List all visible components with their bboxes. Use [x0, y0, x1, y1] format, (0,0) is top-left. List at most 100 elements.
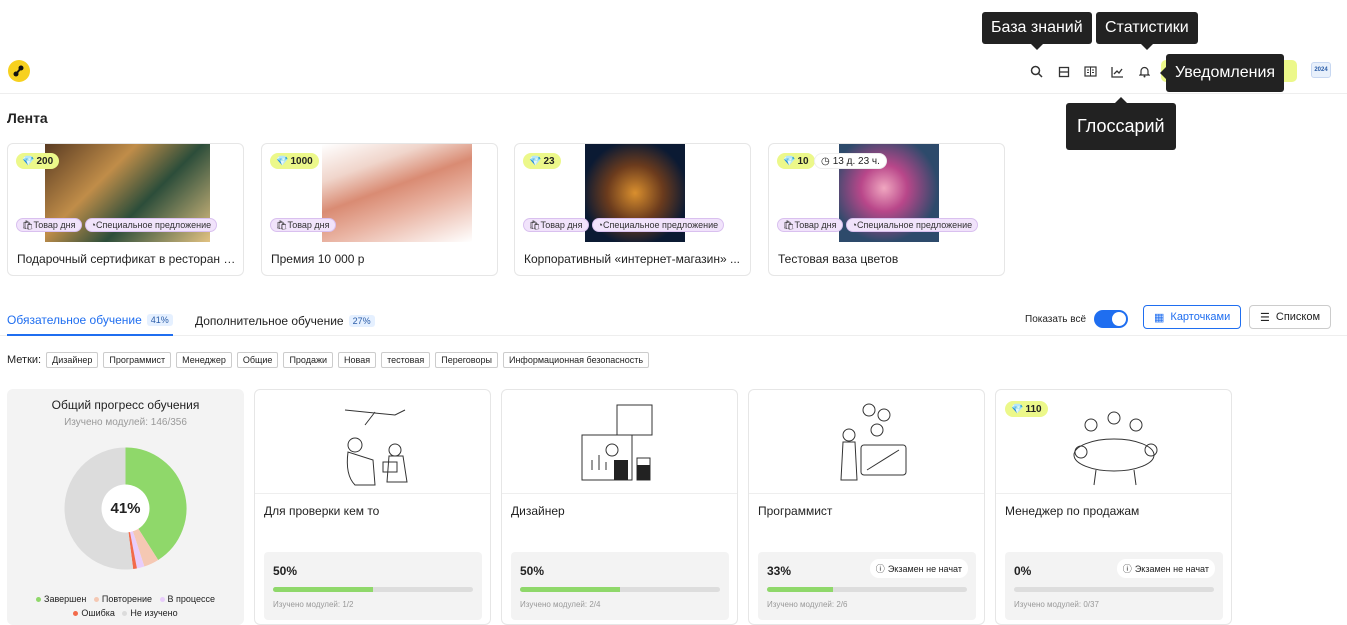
label-chip[interactable]: Дизайнер	[46, 352, 99, 368]
product-title: Премия 10 000 р	[271, 252, 365, 266]
product-title: Корпоративный «интернет-магазин» ...	[524, 252, 740, 266]
course-percent: 50%	[520, 564, 545, 578]
label-chip[interactable]: Менеджер	[176, 352, 232, 368]
course-modules: Изучено модулей: 2/6	[767, 600, 848, 609]
legend-label: В процессе	[167, 594, 215, 604]
glossary-icon[interactable]	[1082, 63, 1099, 80]
glossary-tooltip: Глоссарий	[1066, 97, 1176, 150]
statistics-tooltip: Статистики	[1096, 12, 1198, 50]
course-modules: Изучено модулей: 2/4	[520, 600, 601, 609]
course-progress-box: 50% Изучено модулей: 2/4	[511, 552, 729, 620]
legend-label: Не изучено	[130, 608, 178, 618]
list-label: Списком	[1275, 311, 1321, 323]
course-progress-bar	[1014, 587, 1214, 592]
product-image	[322, 144, 472, 242]
exam-status: ⓘ Экзамен не начат	[869, 559, 968, 578]
bell-icon[interactable]	[1136, 63, 1153, 80]
statistics-icon[interactable]	[1109, 63, 1126, 80]
legend-label: Повторение	[101, 594, 152, 604]
label-chip[interactable]: Переговоры	[435, 352, 498, 368]
tab-required[interactable]: Обязательное обучение 41%	[7, 306, 173, 336]
tag: 🛍 Товар дня	[270, 218, 336, 232]
tab-label: Обязательное обучение	[7, 313, 142, 327]
course-progress-fill	[520, 587, 620, 592]
knowledge-base-icon[interactable]	[1055, 63, 1072, 80]
course-progress-fill	[273, 587, 373, 592]
tag-label: Товар дня	[287, 220, 330, 230]
labels-title: Метки:	[7, 354, 42, 366]
course-percent: 50%	[273, 564, 298, 578]
course-illustration	[749, 390, 984, 494]
tag-label: Специальное предложение	[95, 220, 212, 230]
course-progress-box: 0% ⓘ Экзамен не начат Изучено модулей: 0/…	[1005, 552, 1223, 620]
tab-label: Дополнительное обучение	[195, 314, 344, 328]
tag: ◔ Специальное предложение	[591, 218, 725, 232]
product-title: Тестовая ваза цветов	[778, 252, 899, 266]
product-card[interactable]: 💎 200 🛍 Товар дня ◔ Специальное предложен…	[7, 143, 244, 276]
legend-item: Ошибка	[73, 608, 115, 618]
progress-legend: Завершен Повторение В процессе Ошибка Не…	[7, 592, 244, 620]
legend-item: Повторение	[93, 594, 152, 604]
tag-label: Специальное предложение	[856, 220, 973, 230]
course-percent: 0%	[1014, 564, 1032, 578]
course-progress-bar	[520, 587, 720, 592]
cost-value: 23	[543, 155, 555, 167]
tab-percent: 27%	[348, 315, 375, 327]
cost-value: 200	[36, 155, 54, 167]
legend-item: Не изучено	[122, 608, 178, 618]
exam-label: Экзамен не начат	[887, 563, 962, 574]
product-card[interactable]: 💎 10 ◷ 13 д. 23 ч. 🛍 Товар дня ◔ Специальн…	[768, 143, 1005, 276]
label-chip[interactable]: Программист	[103, 352, 172, 368]
show-all-label: Показать всё	[1025, 313, 1087, 325]
course-card[interactable]: Для проверки кем то 50% Изучено модулей:…	[254, 389, 491, 625]
course-name: Дизайнер	[511, 504, 565, 518]
gem-icon: 💎	[529, 155, 542, 167]
avatar[interactable]: 2024	[1311, 62, 1331, 78]
tag: 🛍 Товар дня	[523, 218, 589, 232]
course-card[interactable]: Программист 33% ⓘ Экзамен не начат Изучен…	[748, 389, 985, 625]
label-chip[interactable]: Информационная безопасность	[502, 352, 650, 368]
course-card[interactable]: 💎 110 Менеджер по продажам 0% ⓘ Экзамен не…	[995, 389, 1232, 625]
gem-icon: 💎	[22, 155, 35, 167]
clock-icon: ◷	[821, 155, 830, 167]
cards-label: Карточками	[1170, 311, 1231, 323]
grid-icon: ▦	[1154, 311, 1165, 324]
cost-badge: 💎 1000	[270, 153, 319, 169]
course-progress-box: 33% ⓘ Экзамен не начат Изучено модулей: 2…	[758, 552, 976, 620]
list-view-button[interactable]: ☰ Списком	[1249, 305, 1332, 329]
tag-label: Товар дня	[33, 220, 76, 230]
tag-label: Товар дня	[540, 220, 583, 230]
course-progress-bar	[273, 587, 473, 592]
app-logo[interactable]	[8, 60, 30, 82]
timer-badge: ◷ 13 д. 23 ч.	[814, 153, 887, 169]
gem-icon: 💎	[1011, 403, 1024, 415]
product-card[interactable]: 💎 1000 🛍 Товар дня Премия 10 000 р	[261, 143, 498, 276]
course-name: Менеджер по продажам	[1005, 504, 1140, 518]
knowledge-base-tooltip: База знаний	[982, 12, 1092, 50]
tag: ◔ Специальное предложение	[84, 218, 218, 232]
course-progress-bar	[767, 587, 967, 592]
label-chip[interactable]: Общие	[236, 352, 279, 368]
tab-percent: 41%	[146, 314, 173, 326]
course-percent: 33%	[767, 564, 792, 578]
product-card[interactable]: 💎 23 🛍 Товар дня ◔ Специальное предложени…	[514, 143, 751, 276]
course-illustration	[255, 390, 490, 494]
exam-status: ⓘ Экзамен не начат	[1116, 559, 1215, 578]
progress-title: Общий прогресс обучения	[51, 398, 200, 412]
show-all-toggle[interactable]	[1094, 310, 1129, 328]
legend-item: Завершен	[36, 594, 86, 604]
search-icon[interactable]	[1028, 63, 1045, 80]
legend-label: Ошибка	[81, 608, 115, 618]
label-chip[interactable]: тестовая	[381, 352, 431, 368]
tab-additional[interactable]: Дополнительное обучение 27%	[195, 306, 375, 336]
feed-title: Лента	[7, 110, 48, 126]
course-card[interactable]: Дизайнер 50% Изучено модулей: 2/4	[501, 389, 738, 625]
cost-value: 1000	[290, 155, 313, 167]
label-chip[interactable]: Новая	[338, 352, 377, 368]
label-chip[interactable]: Продажи	[283, 352, 334, 368]
progress-center: 41%	[110, 500, 141, 517]
cost-badge: 💎 110	[1005, 401, 1048, 417]
show-all: Показать всё	[1025, 310, 1129, 328]
list-icon: ☰	[1260, 311, 1270, 324]
cards-view-button[interactable]: ▦ Карточками	[1143, 305, 1242, 329]
